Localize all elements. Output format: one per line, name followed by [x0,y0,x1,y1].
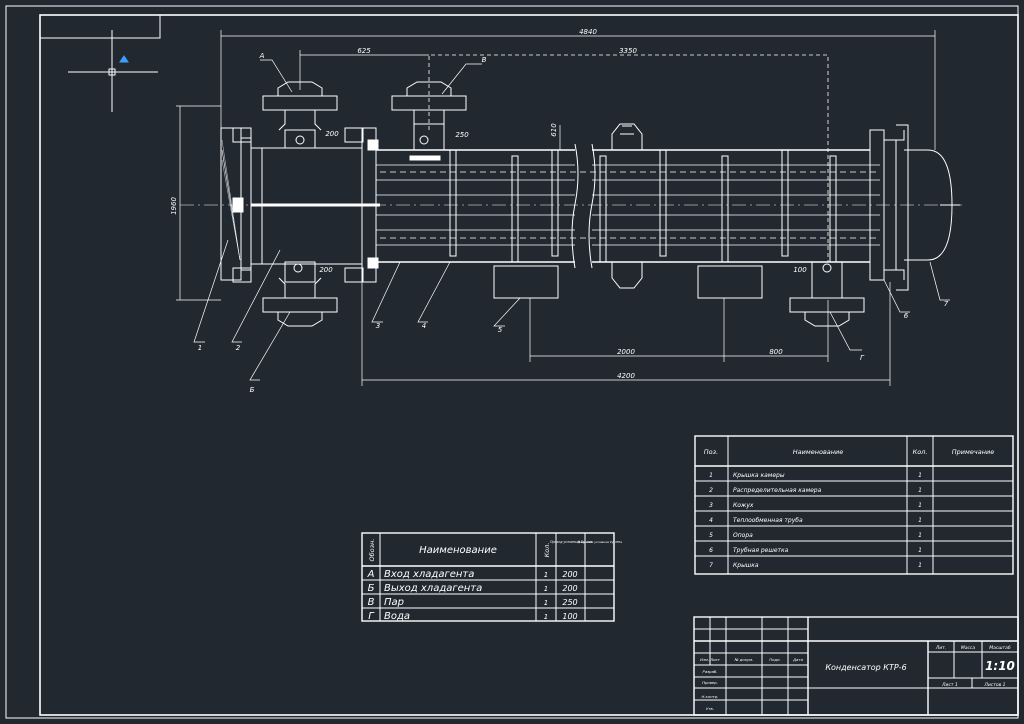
parts-row-name: Кожух [733,502,754,509]
ucs-icon [68,30,158,112]
dim-nozzle-offset: 625 [357,47,371,55]
nozzle-row-mark: А [367,569,375,580]
nozzle-row-name: Вода [384,611,410,622]
nozzle-header-pressure: Давление условное Pу, МПа [577,540,622,544]
title-block-sheet: Лист 1 [941,682,958,688]
dim-nozzle-200-upper: 200 [325,130,339,138]
nozzle-row-qty: 1 [544,613,548,621]
nozzle-row-dn: 250 [562,598,577,607]
parts-row-qty: 1 [918,562,922,569]
parts-row-qty: 1 [918,532,922,539]
parts-row-qty: 1 [918,487,922,494]
callout-g: Г [860,354,865,362]
callout-a: А [259,52,265,60]
callout-b: Б [250,386,255,394]
nozzle-header-qty: Кол. [543,543,551,558]
nozzle-row-name: Выход хладагента [384,583,482,594]
callout-7: 7 [944,300,949,308]
nozzle-row-mark: В [368,597,375,608]
parts-row-pos: 1 [709,472,713,479]
nozzle-row-qty: 1 [544,585,548,593]
callout-1: 1 [198,344,202,352]
dim-nozzle-span: 3350 [619,47,637,55]
parts-row-name: Крышка [733,562,759,569]
parts-header-pos: Поз. [704,448,718,456]
parts-row-qty: 1 [918,547,922,554]
title-block: Конденсатор КТР-6 Лит. Масса Масштаб 1:1… [693,616,1019,716]
nozzle-table: Обозн. Наименование Кол. Проход условный… [361,532,622,622]
nozzle-row-dn: 100 [562,612,577,621]
dim-shell-diameter: 610 [550,123,558,137]
callout-3: 3 [376,322,380,330]
inner-frame [39,14,1019,716]
parts-row-pos: 4 [709,517,713,524]
parts-table: Поз. Наименование Кол. Примечание 1 Крышк… [694,435,1014,575]
dim-nozzle-100: 100 [793,266,807,274]
title-block-mass: Масса [961,645,976,651]
parts-header-note: Примечание [952,448,994,456]
nozzle-row-qty: 1 [544,571,548,579]
title-block-doc: № докум. [734,657,754,662]
dim-support-span: 2000 [617,348,635,356]
parts-row-pos: 2 [709,487,713,494]
parts-row-pos: 6 [709,547,713,554]
nozzle-row-qty: 1 [544,599,548,607]
outer-frame [5,5,1019,719]
dimension-lines [176,30,936,386]
parts-row-qty: 1 [918,502,922,509]
parts-row-pos: 3 [709,502,713,509]
callout-4: 4 [422,322,426,330]
support-right [697,265,763,299]
dim-nozzle-250: 250 [455,131,469,139]
nozzle-row-dn: 200 [562,570,577,579]
parts-row-name: Крышка камеры [733,472,785,479]
title-block-izm: Изм. Лист [700,657,721,662]
callout-5: 5 [498,326,503,334]
parts-row-name: Трубная решетка [733,547,789,554]
parts-row-pos: 5 [709,532,713,539]
nozzle-row-name: Вход хладагента [384,569,474,580]
title-block-date: Дата [792,657,804,662]
title-block-utv: Утв. [706,706,714,711]
parts-row-name: Опора [733,532,753,539]
title-block-razrab: Разраб. [703,669,718,674]
nozzle-header-name: Наименование [419,545,497,556]
nozzle-header-mark: Обозн. [368,539,376,562]
callout-6: 6 [904,312,909,320]
dim-support-offset: 800 [769,348,783,356]
title-block-prov: Провер. [702,680,718,685]
exchanger-drawing [180,54,965,327]
title-block-nkontr: Н.контр. [702,694,719,699]
top-left-stamp [40,15,161,39]
parts-header-name: Наименование [793,448,844,456]
dim-shell-height: 1960 [170,197,178,215]
parts-row-pos: 7 [709,562,713,569]
parts-header-qty: Кол. [913,448,928,456]
parts-row-qty: 1 [918,472,922,479]
dim-bottom-length: 4200 [617,372,635,380]
callout-v: В [482,56,487,64]
nozzle-row-name: Пар [384,597,404,608]
parts-row-name: Теплообменная труба [733,517,803,524]
dim-overall-length: 4840 [579,28,597,36]
nozzle-a [262,81,338,149]
parts-row-name: Распределительная камера [733,487,822,494]
nozzle-row-mark: Б [368,583,375,594]
support-left [493,265,559,299]
title-block-lit: Лит. [935,645,946,651]
nozzle-row-dn: 200 [562,584,577,593]
leader-lines [193,59,950,381]
title-block-title: Конденсатор КТР-6 [825,663,906,672]
title-block-scale: 1:10 [985,659,1015,673]
drawing-canvas: 4840 625 3350 1960 610 200 250 200 200 1… [5,5,1019,719]
callout-2: 2 [236,344,241,352]
parts-row-qty: 1 [918,517,922,524]
title-block-sheets: Листов 1 [983,682,1005,688]
title-block-scale-header: Масштаб [989,645,1011,651]
title-block-sign: Подп. [769,657,781,662]
